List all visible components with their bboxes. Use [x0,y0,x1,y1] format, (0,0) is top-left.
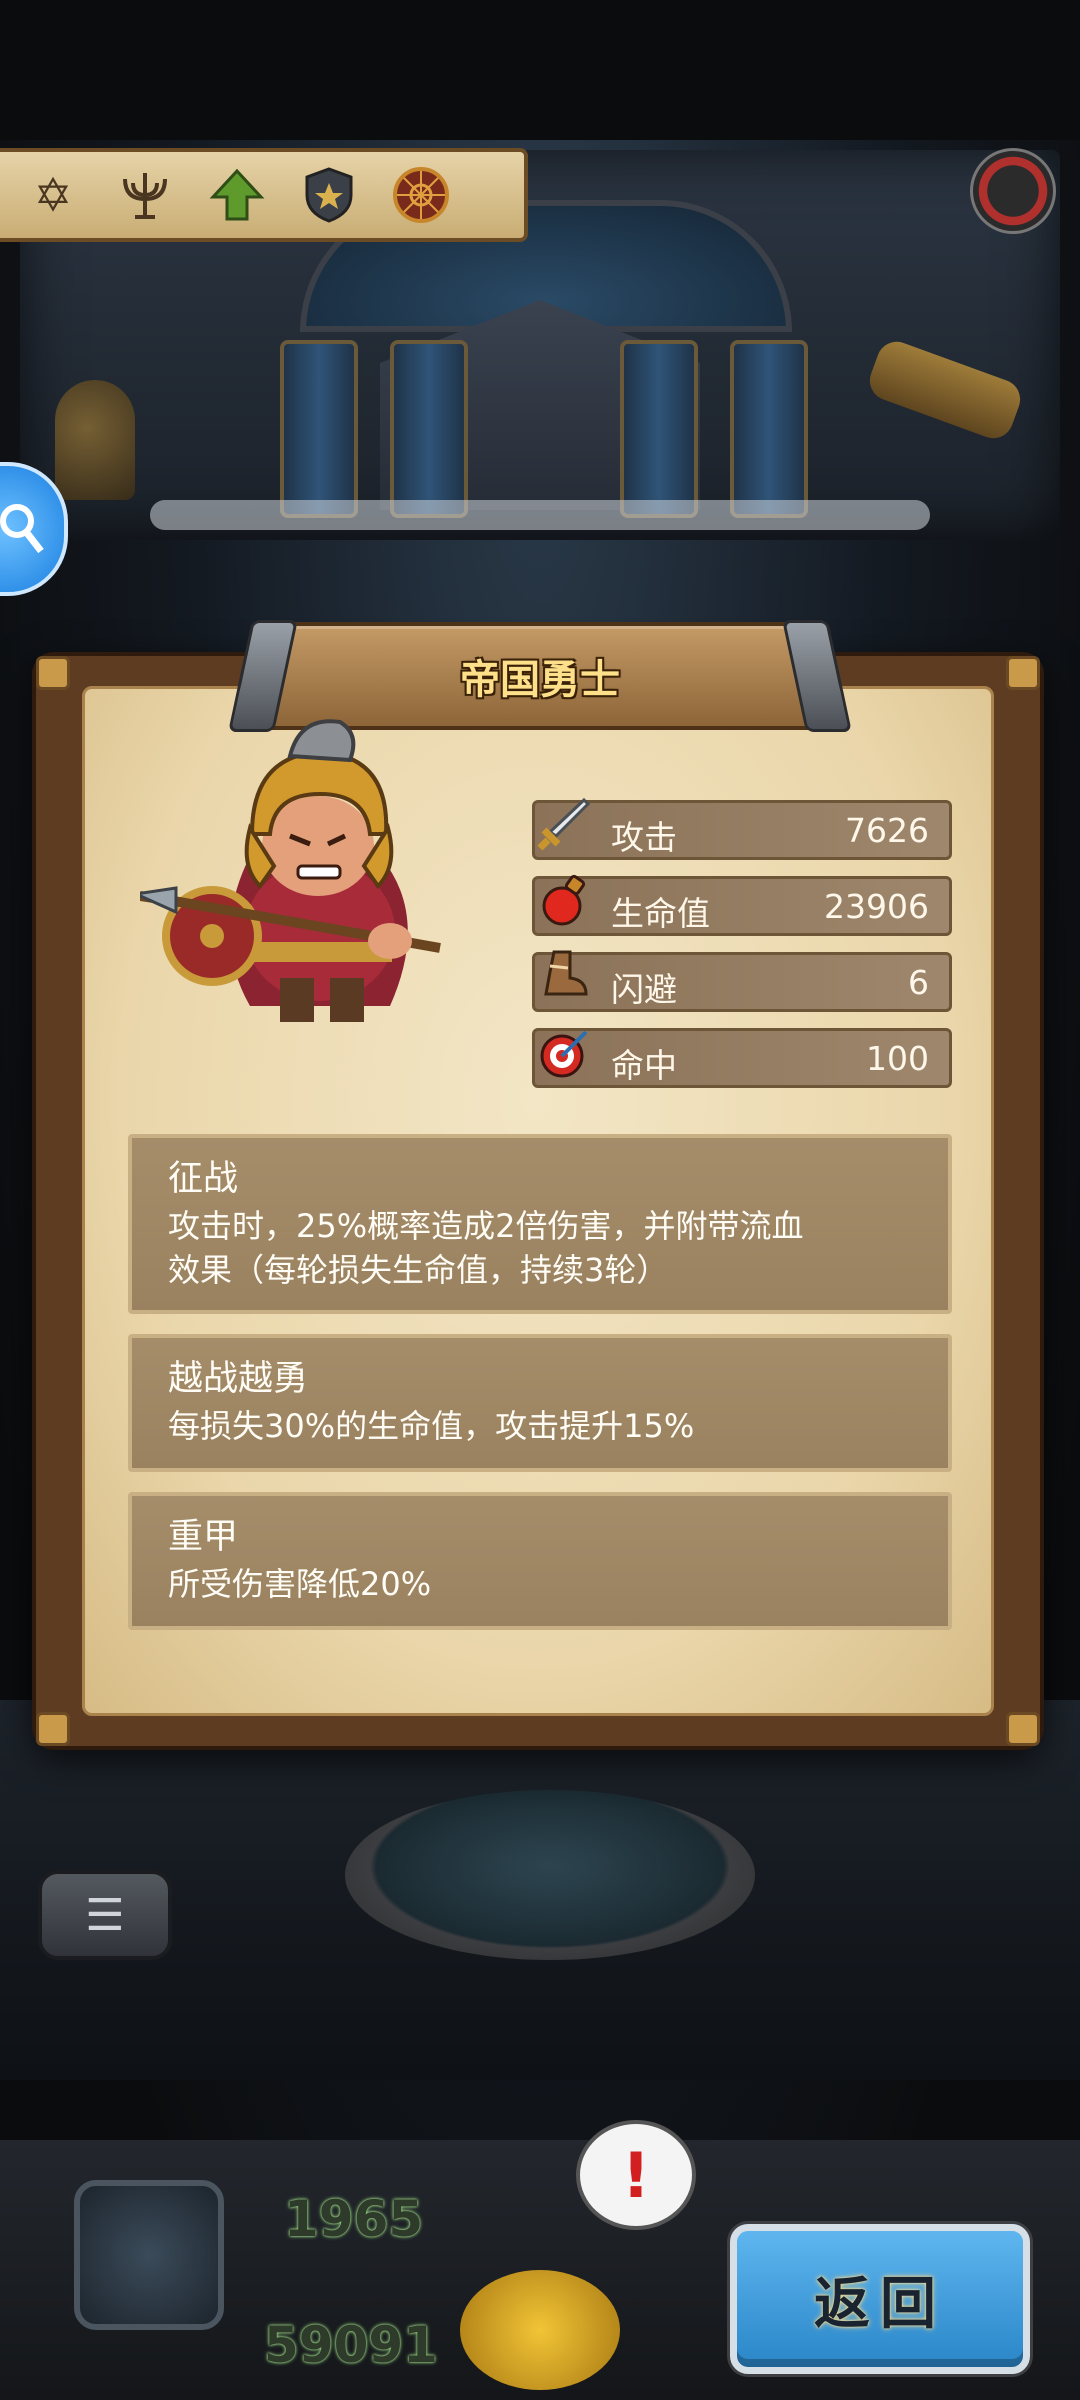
stat-value: 100 [866,1039,929,1078]
hero-name: 帝国勇士 [460,657,620,703]
snow-ledge [150,500,930,530]
stat-row-hp: 生命值 23906 [532,874,952,936]
skill-description: 所受伤害降低20% [168,1565,432,1603]
pillar [280,340,358,518]
hero-portrait [130,716,480,1036]
brass-globe-decoration [55,380,135,500]
stat-label: 命中 [611,1046,677,1085]
stat-value: 23906 [824,887,929,926]
sword-icon [533,793,595,855]
stat-value: 6 [908,963,929,1002]
stat-value: 7626 [845,811,929,850]
skill-box: 重甲 所受伤害降低20% [128,1492,952,1630]
star-fountain [345,1790,755,1960]
stat-row-accuracy: 命中 100 [532,1028,952,1088]
panel-corner [1006,1712,1040,1746]
alert-bubble[interactable]: ! [576,2120,696,2230]
menu-list-icon[interactable]: ☰ [38,1870,172,1960]
stat-row-dodge: 闪避 6 [532,950,952,1012]
pillar [620,340,698,518]
stat-label: 生命值 [611,894,710,933]
panel-corner [1006,656,1040,690]
compass-wheel-icon[interactable] [390,164,452,226]
shield-icon[interactable] [298,164,360,226]
pillar [390,340,468,518]
skill-description: 每损失30%的生命值，攻击提升15% [168,1407,695,1445]
potion-icon [533,869,595,931]
title-plaque: 帝国勇士 [258,622,822,730]
skill-description: 攻击时，25%概率造成2倍伤害，并附带流血 效果（每轮损失生命值，持续3轮） [168,1207,804,1289]
skill-name: 重甲 [168,1517,239,1557]
skill-box: 征战 攻击时，25%概率造成2倍伤害，并附带流血 效果（每轮损失生命值，持续3轮… [128,1134,952,1314]
up-arrow-icon[interactable] [206,164,268,226]
stat-label: 攻击 [611,818,677,857]
hero-character-icon[interactable] [460,2270,620,2390]
hp-total: 59091 [264,2316,438,2374]
alert-icon: ! [621,2138,651,2212]
hero-slot[interactable] [74,2180,224,2330]
panel-corner [36,1712,70,1746]
skill-box: 越战越勇 每损失30%的生命值，攻击提升15% [128,1334,952,1472]
menorah-icon[interactable] [114,164,176,226]
stat-row-attack: 攻击 7626 [532,797,952,860]
pillar [730,340,808,518]
target-icon [533,1021,595,1083]
return-button[interactable]: 返回 [730,2224,1030,2374]
stat-label: 闪避 [611,970,677,1009]
star-of-david-icon[interactable]: ✡ [22,164,84,226]
profile-avatar-button[interactable] [970,148,1056,234]
top-toolbar: ✡ [0,148,528,242]
panel-corner [36,656,70,690]
return-button-label: 返回 [814,2271,946,2337]
skill-name: 征战 [168,1159,239,1199]
attack-total: 1965 [284,2190,424,2248]
boot-icon [533,945,595,1007]
skill-name: 越战越勇 [168,1359,309,1399]
